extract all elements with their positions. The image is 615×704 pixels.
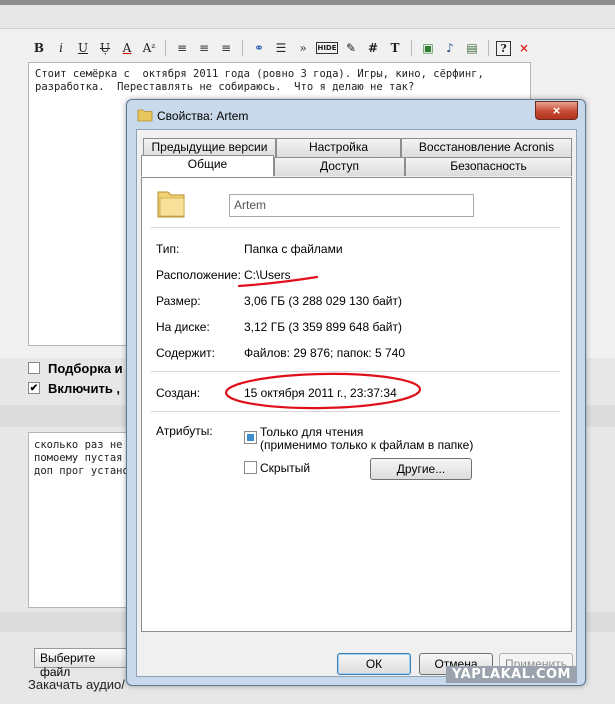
- editor-toolbar: B i U Ụ A Aᶻ ≡ ≡ ≡ ⚭ ☰ » HIDE ✎ # T ▣ ♪ …: [30, 38, 533, 58]
- flash-icon[interactable]: ♪: [441, 39, 459, 57]
- align-center-button[interactable]: ≡: [195, 39, 213, 57]
- upload-audio-link[interactable]: Закачать аудио/: [28, 677, 125, 692]
- red-annotation-marks: [224, 275, 422, 410]
- created-date-circle: [224, 372, 422, 410]
- strike-button[interactable]: Ụ: [96, 39, 114, 57]
- font-color-button[interactable]: A: [118, 39, 136, 57]
- toolbar-separator: [242, 40, 243, 56]
- option-checkbox-checked[interactable]: ✔: [28, 382, 40, 394]
- image-icon[interactable]: ▣: [419, 39, 437, 57]
- toolbar-separator: [165, 40, 166, 56]
- toolbar-separator: [488, 40, 489, 56]
- option-row[interactable]: ✔ Включить ,: [28, 378, 123, 398]
- post-options: Подборка и ✔ Включить ,: [28, 358, 123, 398]
- font-size-button[interactable]: Aᶻ: [140, 39, 158, 57]
- close-icon[interactable]: ×: [515, 39, 533, 57]
- option-label: Включить ,: [48, 380, 121, 396]
- site-watermark: YAPLAKAL.COM: [446, 666, 577, 683]
- choose-file-button[interactable]: Выберите файл: [34, 648, 134, 679]
- quote-button[interactable]: »: [294, 39, 312, 57]
- underline-button[interactable]: U: [74, 39, 92, 57]
- link-button[interactable]: ⚭: [250, 39, 268, 57]
- location-underline: [237, 275, 319, 288]
- italic-button[interactable]: i: [52, 39, 70, 57]
- align-left-button[interactable]: ≡: [173, 39, 191, 57]
- hide-button[interactable]: HIDE: [316, 42, 338, 54]
- edit-icon[interactable]: ✎: [342, 39, 360, 57]
- properties-dialog: Свойства: Artem × Предыдущие версии Наст…: [126, 99, 586, 686]
- list-button[interactable]: ☰: [272, 39, 290, 57]
- bold-button[interactable]: B: [30, 39, 48, 57]
- align-right-button[interactable]: ≡: [217, 39, 235, 57]
- option-row[interactable]: Подборка и: [28, 358, 123, 378]
- toolbar-separator: [411, 40, 412, 56]
- option-label: Подборка и: [48, 360, 123, 376]
- page-top-strip: [0, 0, 615, 5]
- hash-button[interactable]: #: [364, 39, 382, 57]
- text-button[interactable]: T: [386, 39, 404, 57]
- video-icon[interactable]: ▤: [463, 39, 481, 57]
- help-icon[interactable]: ?: [496, 40, 511, 56]
- option-checkbox[interactable]: [28, 362, 40, 374]
